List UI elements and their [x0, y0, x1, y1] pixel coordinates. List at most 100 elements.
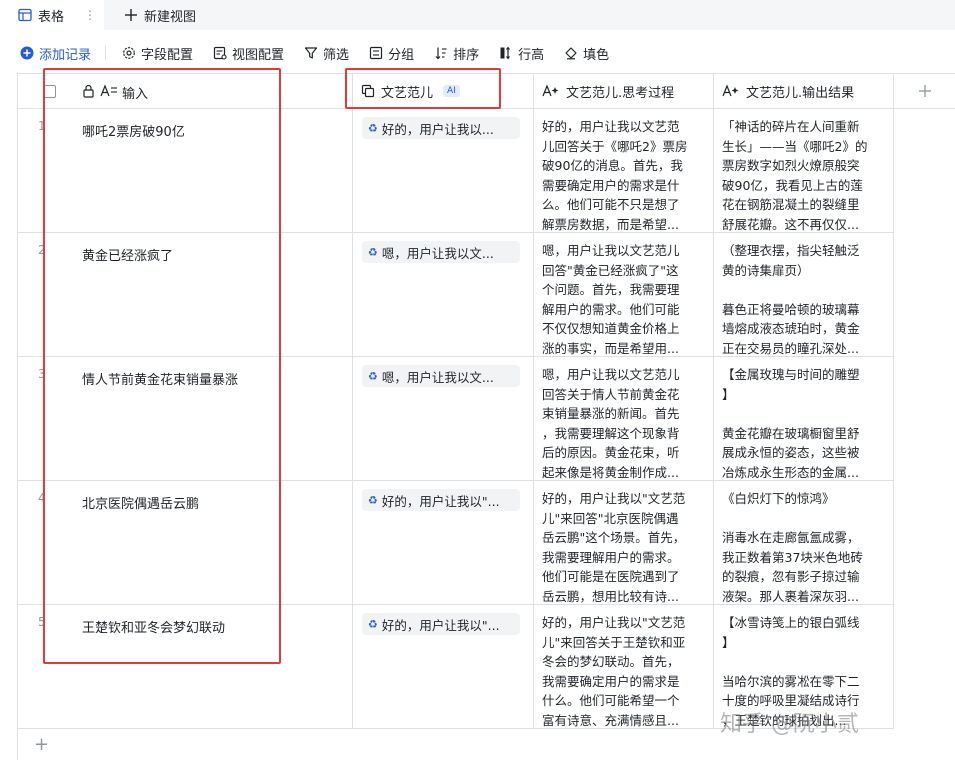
ai-sparkle-icon: ♻: [368, 493, 378, 507]
output-cell[interactable]: 「神话的碎片在人间重新 生长」——当《哪吒2》的 票房数字如烈火燎原般突 破90…: [714, 109, 894, 233]
table-icon: [18, 8, 32, 22]
thinking-text: 嗯，用户让我以文艺范儿 回答关于情人节前黄金花 束销量暴涨的新闻。首先 ，我需要…: [542, 367, 680, 480]
row-number: 2: [38, 243, 46, 257]
thinking-cell[interactable]: 嗯，用户让我以文艺范儿 回答"黄金已经涨疯了"这 个问题。首先，我需要理 解用户…: [534, 233, 714, 357]
more-icon[interactable]: ⋮: [84, 8, 96, 22]
table-row[interactable]: 4 北京医院偶遇岳云鹏: [18, 481, 353, 605]
ai-sparkle-icon: ♻: [368, 617, 378, 631]
ai-result-chip[interactable]: ♻ 好的，用户让我以...: [362, 117, 520, 139]
table-row[interactable]: 5 王楚钦和亚冬会梦幻联动: [18, 605, 353, 729]
row-height-button[interactable]: 行高: [499, 44, 544, 63]
output-text: 「神话的碎片在人间重新 生长」——当《哪吒2》的 票房数字如烈火燎原般突 破90…: [722, 119, 868, 232]
gear-icon: [122, 46, 136, 60]
fill-color-button[interactable]: 填色: [564, 44, 609, 63]
wenyi-cell[interactable]: ♻ 好的，用户让我以...: [353, 109, 534, 233]
output-cell[interactable]: 《白炽灯下的惊鸿》 消毒水在走廊氤氲成雾， 我正数着第37块米色地砖 的裂痕，忽…: [714, 481, 894, 605]
header-thinking-label: 文艺范儿.思考过程: [566, 85, 675, 101]
ai-sparkle-icon: ♻: [368, 121, 378, 135]
view-config-label: 视图配置: [232, 47, 285, 63]
output-text: （整理衣摆，指尖轻触泛 黄的诗集扉页） 暮色正将曼哈顿的玻璃幕 墙熔成液态琥珀时…: [722, 243, 860, 356]
data-table: 输入 文艺范儿 AI 文艺范儿.思考过程 文艺范儿.输出结果 1 哪吒2票房破9…: [17, 73, 955, 760]
filter-label: 筛选: [323, 47, 350, 63]
input-cell[interactable]: 情人节前黄金花束销量暴涨: [18, 357, 352, 388]
row-height-icon: [499, 46, 513, 60]
ai-result-chip[interactable]: ♻ 好的，用户让我以"...: [362, 489, 520, 511]
fill-color-label: 填色: [583, 47, 610, 63]
chip-text: 嗯，用户让我以文...: [381, 369, 494, 385]
output-text: 【金属玫瑰与时间的雕塑 】 黄金花瓣在玻璃橱窗里舒 展成永恒的姿态，这些被 冶炼…: [722, 367, 860, 480]
paint-bucket-icon: [564, 46, 578, 60]
add-row-button[interactable]: +: [17, 728, 955, 760]
header-thinking-column[interactable]: 文艺范儿.思考过程: [534, 74, 714, 109]
input-cell[interactable]: 北京医院偶遇岳云鹏: [18, 481, 352, 512]
plus-icon: +: [34, 734, 50, 755]
input-cell[interactable]: 哪吒2票房破90亿: [18, 109, 352, 140]
view-tab-bar: 表格 ⋮ 新建视图: [0, 0, 955, 30]
ai-field-icon: [361, 84, 375, 98]
thinking-cell[interactable]: 好的，用户让我以"文艺范 儿"来回答"北京医院偶遇 岳云鹏"这个场景。首先， 我…: [534, 481, 714, 605]
toolbar: 添加记录 字段配置 视图配置 筛选 分组 排序 行高 填色: [0, 40, 955, 66]
output-cell[interactable]: 【冰雪诗笺上的银白弧线 】 当哈尔滨的雾凇在零下二 十度的呼吸里凝结成诗行 ，王…: [714, 605, 894, 729]
wenyi-cell[interactable]: ♻ 好的，用户让我以"...: [353, 605, 534, 729]
input-cell[interactable]: 黄金已经涨疯了: [18, 233, 352, 264]
view-settings-icon: [213, 46, 227, 60]
lock-icon: [81, 84, 95, 98]
thinking-text: 好的，用户让我以"文艺范 儿"来回答关于王楚钦和亚 冬会的梦幻联动。首先， 我需…: [542, 615, 686, 728]
row-number: 1: [38, 119, 46, 133]
chip-text: 好的，用户让我以...: [381, 121, 494, 137]
ai-text-field-icon: [722, 84, 740, 98]
header-input-column[interactable]: 输入: [18, 74, 353, 109]
field-config-button[interactable]: 字段配置: [122, 44, 193, 63]
new-view-button[interactable]: 新建视图: [124, 0, 196, 30]
output-text: 《白炽灯下的惊鸿》 消毒水在走廊氤氲成雾， 我正数着第37块米色地砖 的裂痕，忽…: [722, 491, 863, 604]
wenyi-cell[interactable]: ♻ 好的，用户让我以"...: [353, 481, 534, 605]
input-cell[interactable]: 王楚钦和亚冬会梦幻联动: [18, 605, 352, 636]
group-button[interactable]: 分组: [369, 44, 414, 63]
output-cell[interactable]: （整理衣摆，指尖轻触泛 黄的诗集扉页） 暮色正将曼哈顿的玻璃幕 墙熔成液态琥珀时…: [714, 233, 894, 357]
wenyi-cell[interactable]: ♻ 嗯，用户让我以文...: [353, 233, 534, 357]
header-wenyi-column[interactable]: 文艺范儿 AI: [353, 74, 534, 109]
wenyi-cell[interactable]: ♻ 嗯，用户让我以文...: [353, 357, 534, 481]
row-height-label: 行高: [518, 47, 545, 63]
thinking-text: 嗯，用户让我以文艺范儿 回答"黄金已经涨疯了"这 个问题。首先，我需要理 解用户…: [542, 243, 680, 356]
output-text: 【冰雪诗笺上的银白弧线 】 当哈尔滨的雾凇在零下二 十度的呼吸里凝结成诗行 ，王…: [722, 615, 860, 728]
sort-label: 排序: [453, 47, 480, 63]
header-output-label: 文艺范儿.输出结果: [746, 85, 855, 101]
add-record-label: 添加记录: [39, 47, 92, 63]
ai-result-chip[interactable]: ♻ 嗯，用户让我以文...: [362, 365, 520, 387]
sort-button[interactable]: 排序: [434, 44, 479, 63]
row-number: 3: [38, 367, 46, 381]
select-all-checkbox[interactable]: [43, 85, 56, 98]
header-input-label: 输入: [122, 87, 149, 102]
group-label: 分组: [388, 47, 415, 63]
view-tab-table[interactable]: 表格 ⋮: [0, 0, 104, 30]
filter-icon: [304, 46, 318, 60]
field-config-label: 字段配置: [141, 47, 194, 63]
group-icon: [369, 46, 383, 60]
sort-icon: [434, 46, 448, 60]
ai-result-chip[interactable]: ♻ 好的，用户让我以"...: [362, 613, 520, 635]
add-record-button[interactable]: 添加记录: [20, 44, 91, 63]
chip-text: 好的，用户让我以"...: [381, 617, 500, 633]
header-output-column[interactable]: 文艺范儿.输出结果: [714, 74, 894, 109]
add-column-button[interactable]: [894, 74, 955, 109]
ai-result-chip[interactable]: ♻ 嗯，用户让我以文...: [362, 241, 520, 263]
output-cell[interactable]: 【金属玫瑰与时间的雕塑 】 黄金花瓣在玻璃橱窗里舒 展成永恒的姿态，这些被 冶炼…: [714, 357, 894, 481]
text-field-icon: [100, 84, 118, 98]
view-config-button[interactable]: 视图配置: [213, 44, 284, 63]
toolbar-divider: [105, 46, 107, 60]
table-row[interactable]: 3 情人节前黄金花束销量暴涨: [18, 357, 353, 481]
thinking-cell[interactable]: 嗯，用户让我以文艺范儿 回答关于情人节前黄金花 束销量暴涨的新闻。首先 ，我需要…: [534, 357, 714, 481]
ai-badge: AI: [443, 85, 460, 97]
thinking-text: 好的，用户让我以文艺范 儿回答关于《哪吒2》票房 破90亿的消息。首先，我 需要…: [542, 119, 688, 232]
table-row[interactable]: 1 哪吒2票房破90亿: [18, 109, 353, 233]
table-row[interactable]: 2 黄金已经涨疯了: [18, 233, 353, 357]
plus-icon: [124, 8, 138, 22]
ai-sparkle-icon: ♻: [368, 245, 378, 259]
view-tab-label: 表格: [38, 9, 65, 25]
row-number: 5: [38, 615, 46, 629]
thinking-cell[interactable]: 好的，用户让我以"文艺范 儿"来回答关于王楚钦和亚 冬会的梦幻联动。首先， 我需…: [534, 605, 714, 729]
thinking-cell[interactable]: 好的，用户让我以文艺范 儿回答关于《哪吒2》票房 破90亿的消息。首先，我 需要…: [534, 109, 714, 233]
filter-button[interactable]: 筛选: [304, 44, 349, 63]
row-number: 4: [38, 491, 46, 505]
